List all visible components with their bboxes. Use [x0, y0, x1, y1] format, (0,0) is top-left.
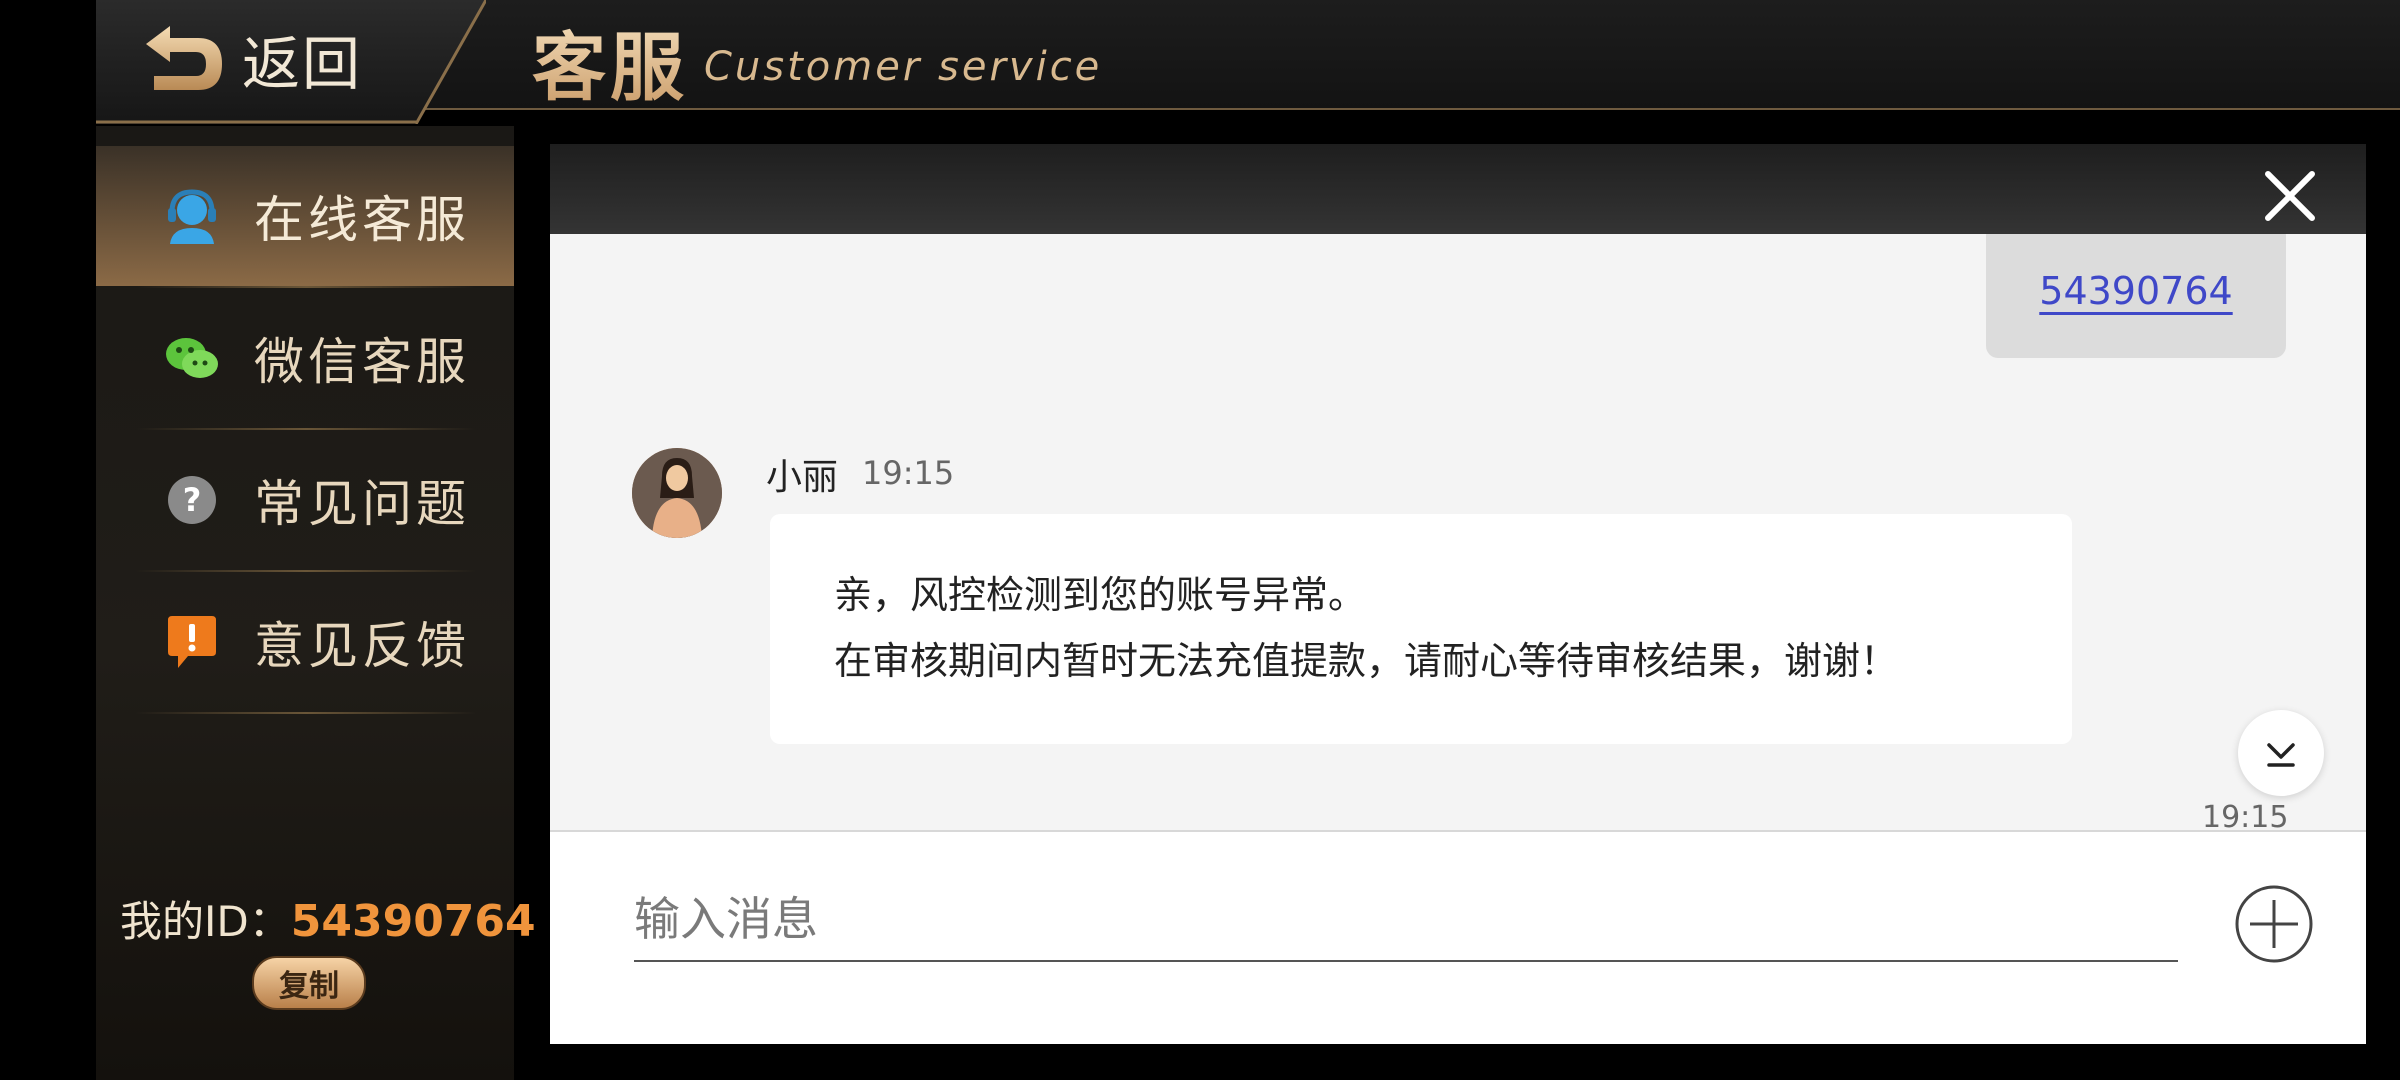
message-line: 亲，风控检测到您的账号异常。: [834, 573, 1367, 617]
question-icon: ?: [162, 470, 222, 530]
my-id: 我的ID：54390764: [120, 888, 536, 949]
chat-header: [550, 144, 2366, 234]
copy-id-button[interactable]: 复制: [252, 956, 366, 1010]
sidebar-item-faq[interactable]: ? 常见问题: [96, 430, 514, 570]
feedback-icon: [162, 612, 222, 672]
avatar: [632, 448, 722, 538]
my-id-label: 我的ID：: [120, 897, 291, 946]
customer-service-app: 返回 客服 Customer service 在线客服 微信客服 ? 常见问题 …: [0, 0, 2400, 1080]
sidebar-item-label: 微信客服: [254, 333, 470, 391]
back-label: 返回: [242, 30, 363, 98]
page-title: 客服: [532, 8, 688, 115]
svg-text:?: ?: [183, 481, 202, 519]
add-attachment-icon[interactable]: [2234, 884, 2314, 964]
chevron-down-icon: [2267, 743, 2295, 767]
message-input-bar: [550, 830, 2366, 1044]
agent-name: 小丽: [766, 457, 839, 498]
sidebar-item-label: 在线客服: [254, 191, 470, 249]
message-timestamp: 19:15: [2202, 800, 2289, 830]
message-line: 在审核期间内暂时无法充值提款，请耐心等待审核结果，谢谢！: [834, 639, 1899, 683]
divider: [136, 712, 476, 714]
sent-message-link[interactable]: 54390764: [2039, 269, 2232, 313]
page-subtitle: Customer service: [704, 44, 1103, 90]
chat-message-list[interactable]: 54390764 小丽 19:15 亲，风控检测到您的账号异常。 在审核期间内暂…: [550, 234, 2366, 830]
message-input[interactable]: [634, 878, 2178, 962]
sidebar-item-online-service[interactable]: 在线客服: [96, 146, 514, 286]
sidebar-item-wechat-service[interactable]: 微信客服: [96, 288, 514, 428]
my-id-value: 54390764: [290, 896, 536, 947]
sent-message-bubble: 54390764: [1986, 234, 2286, 358]
back-button[interactable]: 返回: [140, 14, 380, 104]
back-arrow-icon: [146, 26, 222, 90]
scroll-to-bottom-button[interactable]: [2238, 710, 2324, 796]
sidebar-item-label: 常见问题: [254, 475, 470, 533]
online-service-icon: [162, 186, 222, 246]
wechat-icon: [162, 328, 222, 388]
sidebar-item-label: 意见反馈: [254, 617, 470, 675]
agent-timestamp: 19:15: [862, 454, 955, 492]
sidebar-item-feedback[interactable]: 意见反馈: [96, 572, 514, 712]
close-icon[interactable]: [2262, 168, 2318, 224]
received-message-bubble: 亲，风控检测到您的账号异常。 在审核期间内暂时无法充值提款，请耐心等待审核结果，…: [770, 514, 2072, 744]
